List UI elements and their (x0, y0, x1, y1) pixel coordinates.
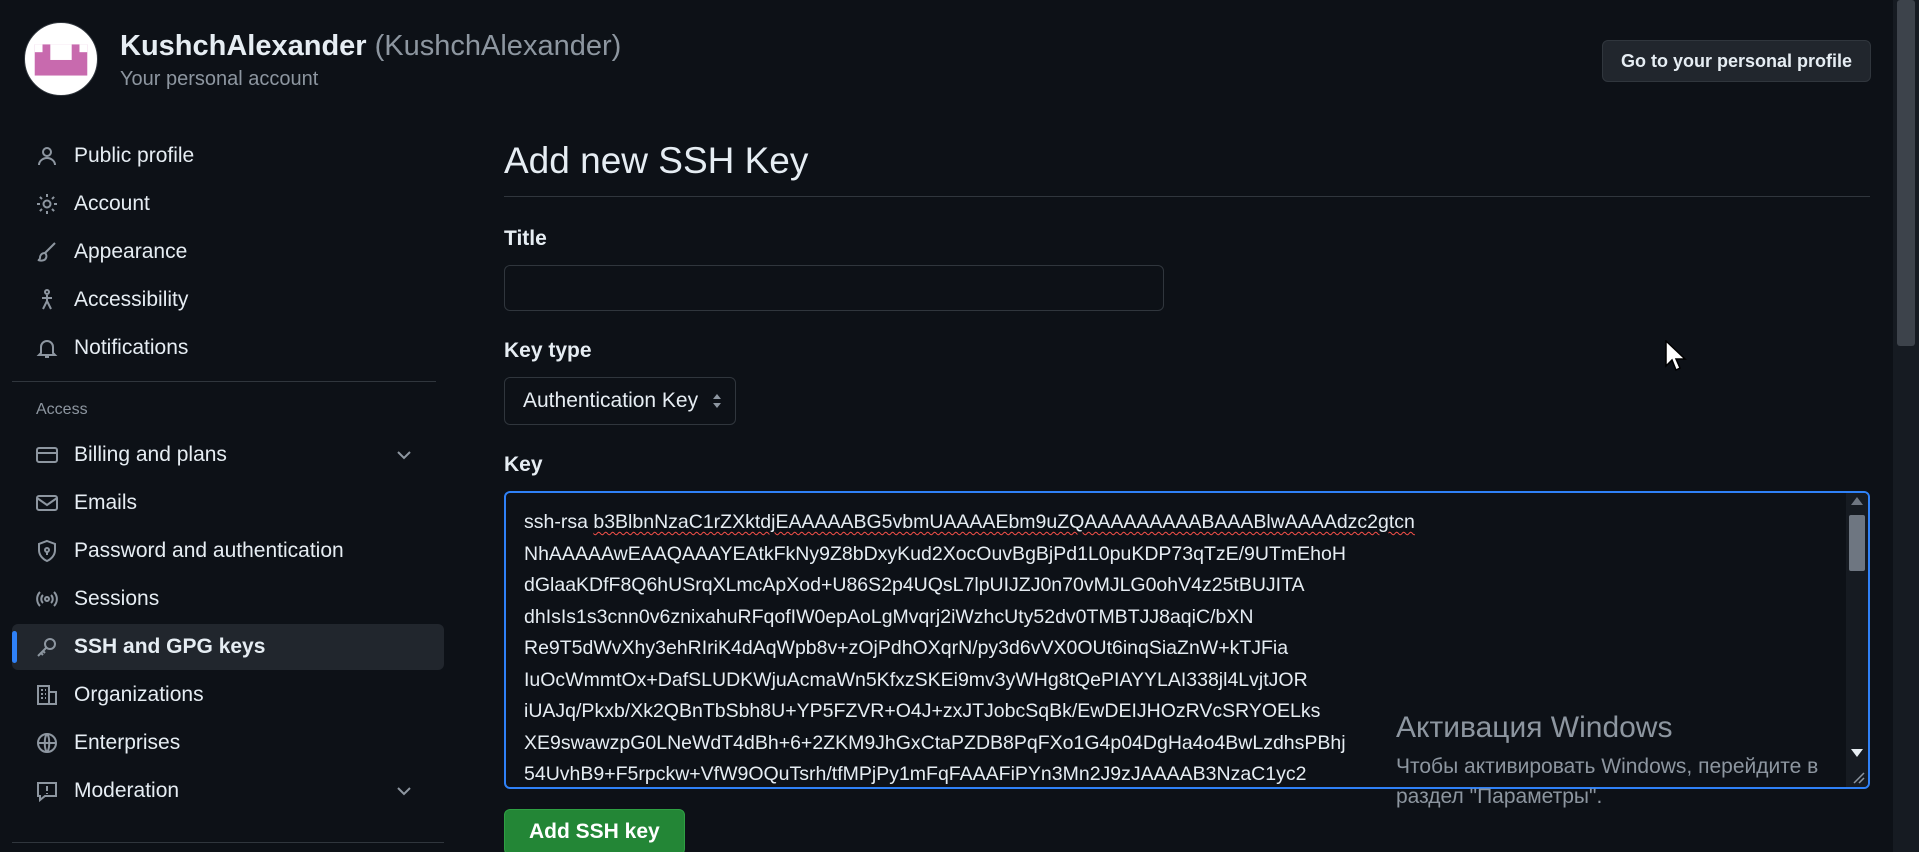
sidebar-bottom-divider (12, 842, 444, 843)
sidebar-item-label: Accessibility (74, 288, 189, 311)
sidebar-item-label: Enterprises (74, 731, 181, 754)
key-line: 54UvhB9+F5rpckw+VfW9OQuTsrh/tfMPjPy1mFqF… (524, 763, 1307, 785)
account-display-name[interactable]: KushchAlexander (120, 30, 367, 62)
sidebar-item-emails[interactable]: Emails (12, 480, 444, 526)
sidebar-item-sessions[interactable]: Sessions (12, 576, 444, 622)
key-type-select[interactable]: Authentication Key (504, 377, 736, 425)
sidebar-item-account[interactable]: Account (12, 181, 444, 227)
sidebar-item-label: Public profile (74, 144, 195, 167)
sidebar-item-public-profile[interactable]: Public profile (12, 133, 444, 179)
account-header-text: KushchAlexander (KushchAlexander) Your p… (120, 28, 621, 91)
accessibility-icon (34, 287, 60, 313)
sidebar-item-label: Emails (74, 491, 138, 514)
chevron-down-icon[interactable] (394, 781, 414, 801)
page-scroll-thumb[interactable] (1897, 0, 1915, 346)
key-label: Key (504, 453, 543, 476)
sidebar-item-billing[interactable]: Billing and plans (12, 432, 444, 478)
bell-icon (34, 335, 60, 361)
sidebar-item-organizations[interactable]: Organizations (12, 672, 444, 718)
textarea-scroll-thumb[interactable] (1849, 515, 1865, 571)
go-to-profile-button[interactable]: Go to your personal profile (1601, 40, 1871, 82)
key-type-value: Authentication Key (523, 389, 699, 412)
account-name-line: KushchAlexander (KushchAlexander) (120, 28, 621, 64)
key-line: dGlaaKDfF8Q6hUSrqXLmcApXod+U86S2p4UQsL7l… (524, 574, 1305, 596)
organization-icon (34, 682, 60, 708)
sidebar-item-label: Password and authentication (74, 539, 344, 562)
mail-icon (34, 490, 60, 516)
sidebar-item-label: Moderation (74, 779, 180, 802)
sidebar-item-label: Organizations (74, 683, 204, 706)
account-login: (KushchAlexander) (374, 29, 622, 62)
add-ssh-key-button[interactable]: Add SSH key (504, 809, 685, 852)
key-line: b3BlbnNzaC1rZXktdjEAAAAABG5vbmUAAAAEbm9u… (593, 511, 1415, 533)
key-icon (34, 634, 60, 660)
key-line: NhAAAAAwEAAQAAAYEAtkFkNy9Z8bDxyKud2XocOu… (524, 542, 1346, 565)
title-label: Title (504, 227, 547, 250)
account-header: KushchAlexander (KushchAlexander) Your p… (24, 22, 621, 96)
account-subtitle: Your personal account (120, 67, 319, 90)
chevron-down-icon[interactable] (394, 445, 414, 465)
title-divider (504, 196, 1870, 197)
page-scrollbar[interactable] (1893, 0, 1919, 852)
settings-sidebar: Public profile Account Appearance Access… (12, 133, 444, 816)
sidebar-item-label: Sessions (74, 587, 160, 610)
gear-icon (34, 191, 60, 217)
key-line: iUAJq/Pkxb/Xk2QBnTbSbh8U+YP5FZVR+O4J+zxJ… (524, 700, 1321, 722)
title-input[interactable] (504, 265, 1164, 311)
sidebar-item-label: Billing and plans (74, 443, 227, 466)
mouse-cursor-icon (1665, 340, 1687, 372)
sidebar-item-enterprises[interactable]: Enterprises (12, 720, 444, 766)
broadcast-icon (34, 586, 60, 612)
key-line: dhIsIs1s3cnn0v6znixahuRFqofIW0epAoLgMvqr… (524, 605, 1254, 628)
key-line: XE9swawzpG0LNeWdT4dBh+6+2ZKM9JhGxCtaPZDB… (524, 731, 1346, 754)
sidebar-item-label: SSH and GPG keys (74, 635, 266, 658)
avatar[interactable] (24, 22, 98, 96)
sidebar-item-accessibility[interactable]: Accessibility (12, 277, 444, 323)
sidebar-item-moderation[interactable]: Moderation (12, 768, 444, 814)
key-line: IuOcWmmtOx+DafSLUDKWjuAcmaWn5KfxzSKEi9mv… (524, 668, 1308, 691)
shield-lock-icon (34, 538, 60, 564)
sidebar-item-label: Appearance (74, 240, 188, 263)
select-arrows-icon (713, 394, 721, 408)
sidebar-item-label: Notifications (74, 336, 189, 359)
scroll-up-arrow-icon[interactable] (1851, 497, 1863, 505)
key-line: Re9T5dWvXhy3ehRIriK4dAqWpb8v+zOjPdhOXqrN… (524, 637, 1289, 659)
sidebar-item-appearance[interactable]: Appearance (12, 229, 444, 275)
report-icon (34, 778, 60, 804)
paintbrush-icon (34, 239, 60, 265)
sidebar-divider (12, 381, 436, 382)
credit-card-icon (34, 442, 60, 468)
watermark-body: Чтобы активировать Windows, перейдите в … (1396, 755, 1819, 808)
sidebar-item-password-authentication[interactable]: Password and authentication (12, 528, 444, 574)
key-prefix: ssh-rsa (524, 511, 594, 533)
sidebar-item-notifications[interactable]: Notifications (12, 325, 444, 371)
person-icon (34, 143, 60, 169)
page-title: Add new SSH Key (504, 140, 809, 181)
globe-icon (34, 730, 60, 756)
sidebar-item-label: Account (74, 192, 150, 215)
watermark-title: Активация Windows (1396, 711, 1673, 744)
sidebar-item-ssh-gpg-keys[interactable]: SSH and GPG keys (12, 624, 444, 670)
windows-activation-watermark: Активация Windows Чтобы активировать Win… (1396, 710, 1876, 812)
sidebar-section-access: Access (36, 401, 88, 418)
